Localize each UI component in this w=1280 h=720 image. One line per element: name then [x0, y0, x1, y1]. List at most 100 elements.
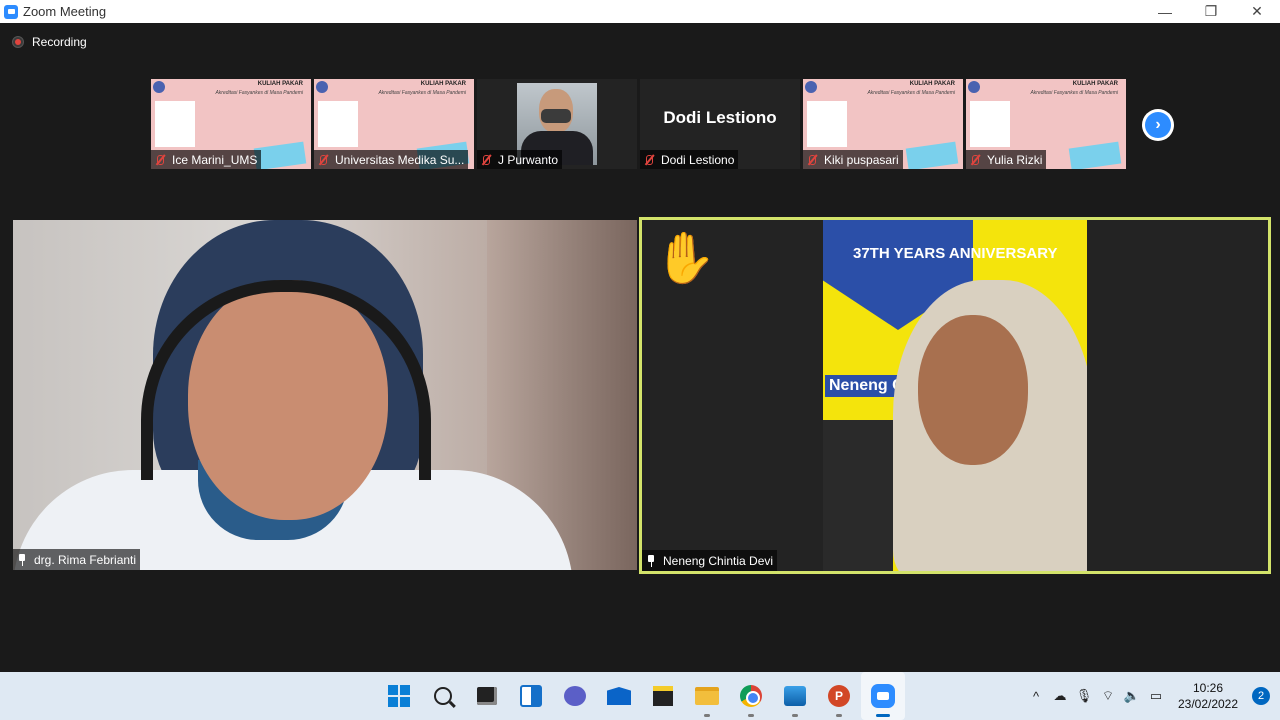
participant-name-tag: drg. Rima Febrianti	[13, 549, 141, 570]
task-view-button[interactable]	[465, 672, 509, 720]
participant-name-tag: J Purwanto	[477, 150, 563, 169]
sticky-notes-icon	[653, 686, 673, 706]
mic-muted-icon	[969, 154, 981, 166]
mic-muted-icon	[480, 154, 492, 166]
slide-subtitle: Akreditasi Fasyankes di Masa Pandemi	[378, 90, 466, 96]
running-indicator	[836, 714, 842, 717]
mic-muted-icon	[643, 154, 655, 166]
start-button[interactable]	[377, 672, 421, 720]
zoom-app-icon	[4, 4, 18, 19]
recording-indicator[interactable]: Recording	[12, 35, 87, 49]
slide-card	[970, 101, 1010, 147]
mic-muted-icon	[317, 154, 329, 166]
participant-name: J Purwanto	[498, 152, 559, 167]
photos-app[interactable]	[773, 672, 817, 720]
participant-name-tag: Neneng Chintia Devi	[642, 550, 778, 571]
slide-subtitle: Akreditasi Fasyankes di Masa Pandemi	[1030, 90, 1118, 96]
sticky-notes-app[interactable]	[641, 672, 685, 720]
participant-thumbnail[interactable]: Dodi Lestiono Dodi Lestiono	[640, 79, 800, 169]
mail-icon	[607, 687, 631, 705]
participant-name: drg. Rima Febrianti	[34, 552, 137, 567]
running-indicator	[704, 714, 710, 717]
photos-icon	[784, 686, 806, 706]
participant-thumbnail[interactable]: KULIAH PAKAR Akreditasi Fasyankes di Mas…	[803, 79, 963, 169]
chat-button[interactable]	[553, 672, 597, 720]
chat-icon	[564, 686, 586, 706]
participant-name: Dodi Lestiono	[661, 152, 735, 167]
chevron-right-icon: ›	[1145, 112, 1171, 138]
participant-name: Ice Marini_UMS	[172, 152, 258, 167]
pin-icon	[17, 553, 27, 566]
wifi-icon[interactable]: ⌔	[1096, 672, 1120, 720]
slide-decoration	[905, 141, 959, 169]
participant-name: Kiki puspasari	[824, 152, 899, 167]
chrome-app[interactable]	[729, 672, 773, 720]
video-tile-left[interactable]: drg. Rima Febrianti	[13, 220, 637, 570]
widgets-button[interactable]	[509, 672, 553, 720]
participant-thumbnail[interactable]: KULIAH PAKAR Akreditasi Fasyankes di Mas…	[966, 79, 1126, 169]
running-indicator	[748, 714, 754, 717]
anniversary-text: 37TH YEARS ANNIVERSARY	[853, 245, 1058, 262]
participant-video: 37TH YEARS ANNIVERSARY Neneng C	[823, 220, 1087, 571]
close-button[interactable]: ✕	[1234, 0, 1280, 23]
running-indicator	[792, 714, 798, 717]
battery-icon[interactable]: ▭	[1144, 672, 1168, 720]
participant-thumbnail[interactable]: KULIAH PAKAR Akreditasi Fasyankes di Mas…	[314, 79, 474, 169]
video-tile-active-speaker[interactable]: ✋ 37TH YEARS ANNIVERSARY Neneng C Neneng…	[639, 217, 1271, 574]
taskbar: P ^ ☁ 🎙 ⌔ 🔈 ▭ 10:26 23/02/2022 2	[0, 672, 1280, 720]
file-explorer-app[interactable]	[685, 672, 729, 720]
notification-badge[interactable]: 2	[1252, 687, 1270, 705]
participant-name-tag: Dodi Lestiono	[640, 150, 739, 169]
clock-date: 23/02/2022	[1177, 697, 1239, 711]
search-icon	[434, 687, 452, 705]
slide-title: KULIAH PAKAR	[257, 81, 303, 87]
title-bar: Zoom Meeting — ❐ ✕	[0, 0, 1280, 23]
onedrive-icon[interactable]: ☁	[1048, 672, 1072, 720]
slide-card	[155, 101, 195, 147]
taskbar-apps: P	[377, 672, 905, 720]
participant-face	[918, 315, 1028, 465]
minimize-button[interactable]: —	[1142, 0, 1188, 23]
slide-title: KULIAH PAKAR	[1072, 81, 1118, 87]
zoom-app[interactable]	[861, 672, 905, 720]
zoom-icon	[871, 684, 895, 708]
clock-time: 10:26	[1192, 681, 1224, 695]
participant-display-name: Dodi Lestiono	[663, 108, 777, 127]
university-logo-icon	[968, 81, 980, 93]
university-logo-icon	[805, 81, 817, 93]
maximize-button[interactable]: ❐	[1188, 0, 1234, 23]
folder-icon	[695, 687, 719, 705]
slide-subtitle: Akreditasi Fasyankes di Masa Pandemi	[867, 90, 955, 96]
slide-card	[318, 101, 358, 147]
mail-app[interactable]	[597, 672, 641, 720]
participant-name-tag: Kiki puspasari	[803, 150, 903, 169]
window-controls: — ❐ ✕	[1142, 0, 1280, 23]
slide-title: KULIAH PAKAR	[420, 81, 466, 87]
participant-strip: KULIAH PAKAR Akreditasi Fasyankes di Mas…	[151, 79, 1126, 169]
raised-hand-icon: ✋	[654, 230, 717, 286]
slide-decoration	[253, 141, 307, 169]
system-tray: ^ ☁ 🎙 ⌔ 🔈 ▭ 10:26 23/02/2022 2	[1024, 672, 1280, 720]
participant-name-tag: Ice Marini_UMS	[151, 150, 262, 169]
participant-name: Yulia Rizki	[987, 152, 1043, 167]
pin-icon	[646, 554, 656, 567]
microphone-icon[interactable]: 🎙	[1072, 672, 1096, 720]
participant-thumbnail[interactable]: J Purwanto	[477, 79, 637, 169]
clock[interactable]: 10:26 23/02/2022	[1172, 680, 1244, 712]
powerpoint-app[interactable]: P	[817, 672, 861, 720]
volume-icon[interactable]: 🔈	[1120, 672, 1144, 720]
participant-name: Universitas Medika Su...	[335, 152, 465, 167]
slide-subtitle: Akreditasi Fasyankes di Masa Pandemi	[215, 90, 303, 96]
chevron-up-icon[interactable]: ^	[1024, 672, 1048, 720]
search-button[interactable]	[421, 672, 465, 720]
running-indicator	[876, 714, 890, 717]
slide-decoration	[1068, 141, 1122, 169]
background-shadow	[823, 420, 893, 571]
powerpoint-icon: P	[828, 685, 850, 707]
university-logo-icon	[153, 81, 165, 93]
participant-thumbnail[interactable]: KULIAH PAKAR Akreditasi Fasyankes di Mas…	[151, 79, 311, 169]
participant-name-tag: Yulia Rizki	[966, 150, 1047, 169]
meeting-area: Recording KULIAH PAKAR Akreditasi Fasyan…	[0, 23, 1280, 672]
next-page-button[interactable]: ›	[1142, 109, 1174, 141]
participant-name-tag: Universitas Medika Su...	[314, 150, 469, 169]
